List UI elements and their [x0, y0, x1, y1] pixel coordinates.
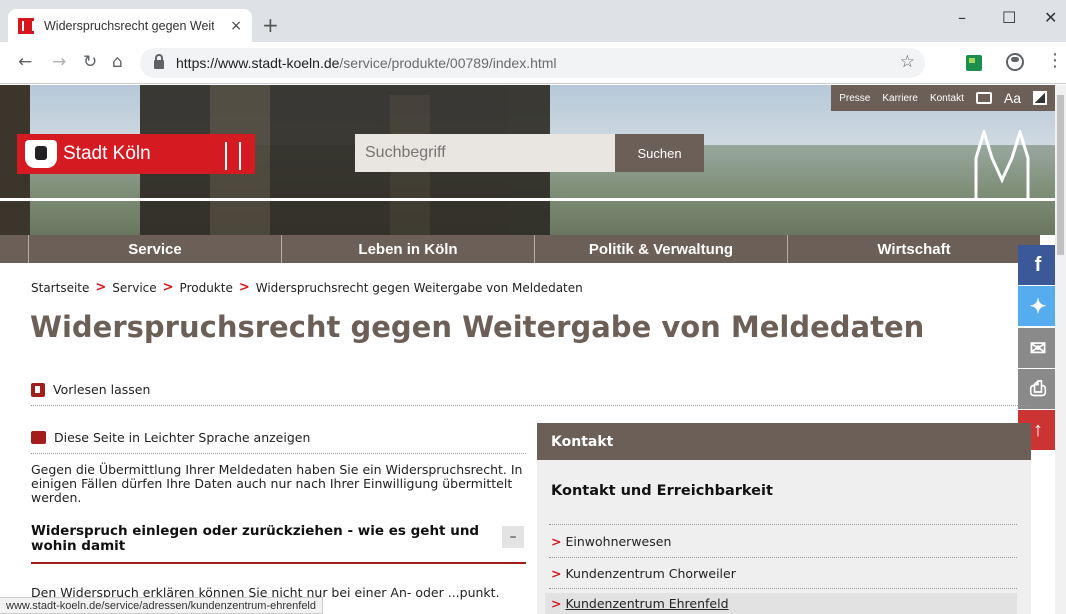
tab-title: Widerspruchsrecht gegen Weiter — [44, 18, 214, 33]
presse-link[interactable]: Presse — [839, 93, 870, 104]
minimize-button[interactable]: – — [958, 8, 966, 27]
breadcrumb: Startseite > Service > Produkte > Widers… — [31, 280, 583, 295]
cathedral-logo-icon — [225, 142, 241, 170]
reload-icon[interactable]: ↻ — [83, 52, 97, 72]
contact-item-chorweiler[interactable]: > Kundenzentrum Chorweiler — [551, 566, 736, 581]
kontakt-link[interactable]: Kontakt — [930, 93, 964, 104]
bookmark-star-icon[interactable]: ☆ — [900, 52, 915, 72]
maximize-button[interactable]: ☐ — [1002, 8, 1016, 27]
print-icon[interactable]: ⎙ — [1018, 369, 1058, 409]
divider — [549, 557, 1017, 558]
coat-of-arms-icon — [25, 140, 57, 168]
contrast-toggle-icon[interactable] — [1033, 91, 1047, 105]
tab-close-icon[interactable]: × — [230, 18, 242, 34]
chevron-right-icon: > — [551, 596, 562, 611]
breadcrumb-separator-icon: > — [162, 280, 174, 295]
scrollbar-thumb[interactable] — [1057, 95, 1064, 255]
profile-icon[interactable] — [1006, 53, 1024, 71]
browser-toolbar: ← → ↻ ⌂ https://www.stadt-koeln.de/servi… — [0, 42, 1066, 84]
easy-language-label: Diese Seite in Leichter Sprache anzeigen — [54, 430, 311, 445]
header-banner: Presse Karriere Kontakt Aa Stadt Köln Su… — [0, 85, 1055, 235]
mail-share-icon[interactable]: ✉ — [1018, 328, 1058, 368]
easy-language-link[interactable]: Diese Seite in Leichter Sprache anzeigen — [31, 430, 310, 445]
banner-divider-line — [0, 198, 1055, 201]
breadcrumb-separator-icon: > — [238, 280, 250, 295]
section-heading[interactable]: Widerspruch einlegen oder zurückziehen -… — [31, 524, 526, 554]
search-field[interactable] — [355, 134, 615, 172]
contact-panel: Kontakt Kontakt und Erreichbarkeit > Ein… — [537, 423, 1031, 614]
breadcrumb-service[interactable]: Service — [112, 281, 156, 295]
divider — [31, 405, 1030, 406]
contact-header: Kontakt — [537, 423, 1031, 460]
search-button[interactable]: Suchen — [615, 134, 704, 172]
browser-tab[interactable]: Widerspruchsrecht gegen Weiter × — [8, 9, 252, 42]
breadcrumb-current: Widerspruchsrecht gegen Weitergabe von M… — [255, 280, 583, 295]
nav-item-service[interactable]: Service — [28, 235, 281, 263]
chevron-right-icon: > — [551, 566, 562, 581]
font-size-toggle[interactable]: Aa — [1004, 90, 1021, 106]
browser-tab-bar: Widerspruchsrecht gegen Weiter × + – ☐ ✕ — [0, 0, 1066, 42]
read-aloud-label: Vorlesen lassen — [53, 382, 151, 397]
main-navigation: Service Leben in Köln Politik & Verwaltu… — [0, 235, 1040, 263]
browser-menu-icon[interactable]: ⋮ — [1046, 50, 1064, 71]
forward-icon[interactable]: → — [52, 52, 66, 72]
contact-subheader: Kontakt und Erreichbarkeit — [551, 483, 773, 499]
search-input[interactable] — [365, 144, 605, 162]
home-icon[interactable]: ⌂ — [112, 52, 123, 72]
speaker-icon — [31, 382, 45, 397]
divider — [31, 453, 526, 454]
cathedral-outline-icon — [974, 130, 1030, 198]
page-title: Widerspruchsrecht gegen Weitergabe von M… — [30, 310, 925, 344]
nav-item-leben-in-koeln[interactable]: Leben in Köln — [281, 235, 534, 263]
collapse-toggle-button[interactable]: – — [502, 526, 524, 548]
twitter-share-icon[interactable]: ✦ — [1018, 286, 1058, 326]
nav-item-politik-verwaltung[interactable]: Politik & Verwaltung — [534, 235, 787, 263]
url-text: https://www.stadt-koeln.de/service/produ… — [176, 55, 557, 71]
logo-text: Stadt Köln — [63, 143, 151, 164]
page-scrollbar[interactable] — [1055, 85, 1066, 614]
service-links-bar: Presse Karriere Kontakt Aa — [831, 85, 1055, 111]
breadcrumb-produkte[interactable]: Produkte — [180, 281, 233, 295]
section-underline — [31, 562, 526, 564]
nav-item-wirtschaft[interactable]: Wirtschaft — [787, 235, 1040, 263]
back-icon[interactable]: ← — [18, 52, 32, 72]
chevron-right-icon: > — [551, 534, 562, 549]
status-bar-url: www.stadt-koeln.de/service/adressen/kund… — [0, 597, 323, 614]
breadcrumb-startseite[interactable]: Startseite — [31, 281, 89, 295]
stadt-koeln-favicon-icon — [18, 17, 34, 34]
book-icon — [31, 431, 46, 444]
intro-paragraph: Gegen die Übermittlung Ihrer Meldedaten … — [31, 462, 523, 505]
read-aloud-link[interactable]: Vorlesen lassen — [31, 382, 150, 397]
address-bar[interactable]: https://www.stadt-koeln.de/service/produ… — [140, 48, 925, 78]
easy-language-icon[interactable] — [975, 92, 992, 104]
extension-icon[interactable] — [966, 55, 982, 71]
facebook-share-icon[interactable]: f — [1018, 245, 1058, 285]
contact-item-einwohnerwesen[interactable]: > Einwohnerwesen — [551, 534, 671, 549]
divider — [549, 588, 1017, 589]
new-tab-button[interactable]: + — [262, 13, 279, 37]
contact-item-ehrenfeld[interactable]: > Kundenzentrum Ehrenfeld — [545, 593, 1017, 614]
lock-icon — [154, 54, 164, 69]
karriere-link[interactable]: Karriere — [882, 93, 918, 104]
breadcrumb-separator-icon: > — [95, 280, 107, 295]
close-window-button[interactable]: ✕ — [1044, 8, 1057, 27]
divider — [549, 524, 1017, 525]
stadt-koeln-logo[interactable]: Stadt Köln — [17, 134, 255, 174]
